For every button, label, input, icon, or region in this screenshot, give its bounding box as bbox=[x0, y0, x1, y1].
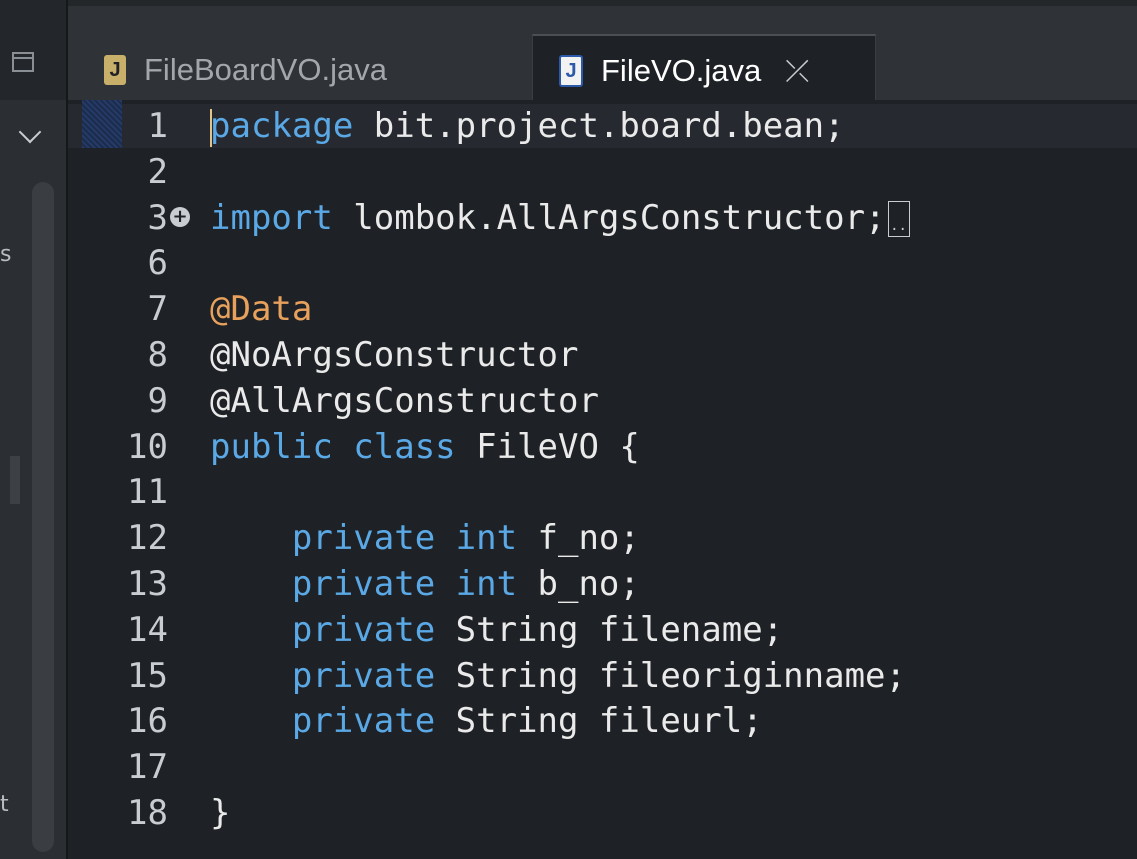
line-number: 1 bbox=[147, 106, 168, 146]
panel-header bbox=[0, 0, 68, 100]
code-line: 12 private int f_no; bbox=[68, 515, 1137, 561]
code-token: @AllArgsConstructor bbox=[210, 380, 599, 421]
code-text: @NoArgsConstructor bbox=[210, 332, 578, 378]
code-line: 13 private int b_no; bbox=[68, 561, 1137, 607]
code-text: private int b_no; bbox=[210, 561, 640, 607]
line-number: 2 bbox=[147, 151, 168, 192]
code-line: 17 bbox=[68, 744, 1137, 790]
chevron-down-icon[interactable] bbox=[18, 120, 42, 144]
code-line: 1 package bit.project.board.bean; bbox=[68, 103, 1137, 149]
panel-truncated-text: t bbox=[0, 792, 9, 817]
code-text: private String filename; bbox=[210, 607, 783, 653]
keyword-token: public class bbox=[210, 426, 456, 467]
code-token: bit.project.board.bean; bbox=[353, 106, 845, 146]
code-text: @Data bbox=[210, 286, 312, 332]
code-token: } bbox=[210, 793, 231, 833]
code-token: f_no; bbox=[517, 518, 640, 559]
code-line: 3 + import lombok.AllArgsConstructor;.. bbox=[68, 195, 1137, 241]
tab-label: FileBoardVO.java bbox=[144, 52, 387, 87]
code-line: 6 bbox=[68, 240, 1137, 286]
keyword-token: private int bbox=[210, 518, 518, 559]
code-line: 18} bbox=[68, 790, 1137, 836]
code-text: private String fileoriginname; bbox=[210, 653, 906, 699]
line-number: 6 bbox=[147, 243, 168, 284]
keyword-token: import bbox=[210, 197, 333, 238]
java-file-icon: J bbox=[559, 55, 583, 87]
java-file-icon: J bbox=[104, 55, 126, 85]
line-number: 11 bbox=[127, 472, 168, 513]
code-token: String fileurl; bbox=[435, 701, 763, 742]
code-text: import lombok.AllArgsConstructor;.. bbox=[210, 195, 910, 241]
code-token: lombok.AllArgsConstructor; bbox=[332, 197, 886, 238]
code-token: b_no; bbox=[517, 564, 640, 604]
code-line: 11 bbox=[68, 469, 1137, 515]
fold-expand-icon[interactable]: + bbox=[170, 206, 190, 227]
line-number: 3 bbox=[147, 197, 168, 238]
code-text: public class FileVO { bbox=[210, 424, 640, 470]
line-number: 18 bbox=[127, 793, 168, 833]
close-icon[interactable]: ⤫ bbox=[785, 54, 809, 89]
line-number: 8 bbox=[147, 335, 168, 375]
keyword-token: private bbox=[210, 655, 436, 696]
code-token: String filename; bbox=[435, 609, 784, 650]
line-number: 9 bbox=[147, 380, 168, 421]
line-number: 16 bbox=[127, 701, 168, 742]
line-number: 17 bbox=[127, 747, 168, 788]
code-text: } bbox=[210, 790, 230, 836]
panel-scrollbar[interactable] bbox=[32, 182, 54, 852]
keyword-token: private int bbox=[210, 564, 518, 604]
line-number: 10 bbox=[127, 426, 168, 467]
panel-selection-marker bbox=[10, 456, 20, 504]
code-line: 8 @NoArgsConstructor bbox=[68, 332, 1137, 378]
code-line: 7 @Data bbox=[68, 286, 1137, 332]
code-token: String fileoriginname; bbox=[435, 655, 906, 696]
code-line: 16 private String fileurl; bbox=[68, 698, 1137, 744]
tab-label: FileVO.java bbox=[601, 53, 762, 88]
package-explorer-panel: s t bbox=[0, 0, 68, 859]
panel-truncated-text: s bbox=[0, 242, 12, 267]
line-number: 14 bbox=[127, 609, 168, 650]
line-number: 7 bbox=[147, 289, 168, 330]
keyword-token: private bbox=[210, 701, 436, 742]
line-number: 13 bbox=[127, 564, 168, 604]
editor-tab-bar: J FileBoardVO.java J FileVO.java ⤫ bbox=[68, 0, 1137, 106]
code-line: 2 bbox=[68, 149, 1137, 195]
restore-icon[interactable] bbox=[12, 52, 34, 72]
annotation-token: @Data bbox=[210, 289, 313, 330]
keyword-token: private bbox=[210, 609, 436, 650]
line-number: 15 bbox=[127, 655, 168, 696]
code-text: private int f_no; bbox=[210, 515, 640, 561]
collapsed-imports-marker[interactable]: .. bbox=[887, 201, 910, 238]
tab-fileboardvo[interactable]: J FileBoardVO.java bbox=[104, 34, 534, 106]
ide-window: s t J FileBoardVO.java J FileVO.java ⤫ 1… bbox=[0, 0, 1137, 859]
code-line: 15 private String fileoriginname; bbox=[68, 653, 1137, 699]
code-line: 9 @AllArgsConstructor bbox=[68, 378, 1137, 424]
code-line: 14 private String filename; bbox=[68, 607, 1137, 653]
code-text: package bit.project.board.bean; bbox=[210, 103, 845, 149]
code-token: @NoArgsConstructor bbox=[210, 335, 579, 375]
code-line: 10 public class FileVO { bbox=[68, 424, 1137, 470]
code-text: @AllArgsConstructor bbox=[210, 378, 599, 424]
code-text: private String fileurl; bbox=[210, 698, 763, 744]
keyword-token: package bbox=[210, 106, 354, 146]
tab-filevo[interactable]: J FileVO.java ⤫ bbox=[532, 34, 876, 106]
code-token: FileVO { bbox=[455, 426, 640, 467]
code-editor[interactable]: 1 package bit.project.board.bean; 2 3 + impor… bbox=[68, 100, 1137, 859]
line-number: 12 bbox=[127, 518, 168, 559]
